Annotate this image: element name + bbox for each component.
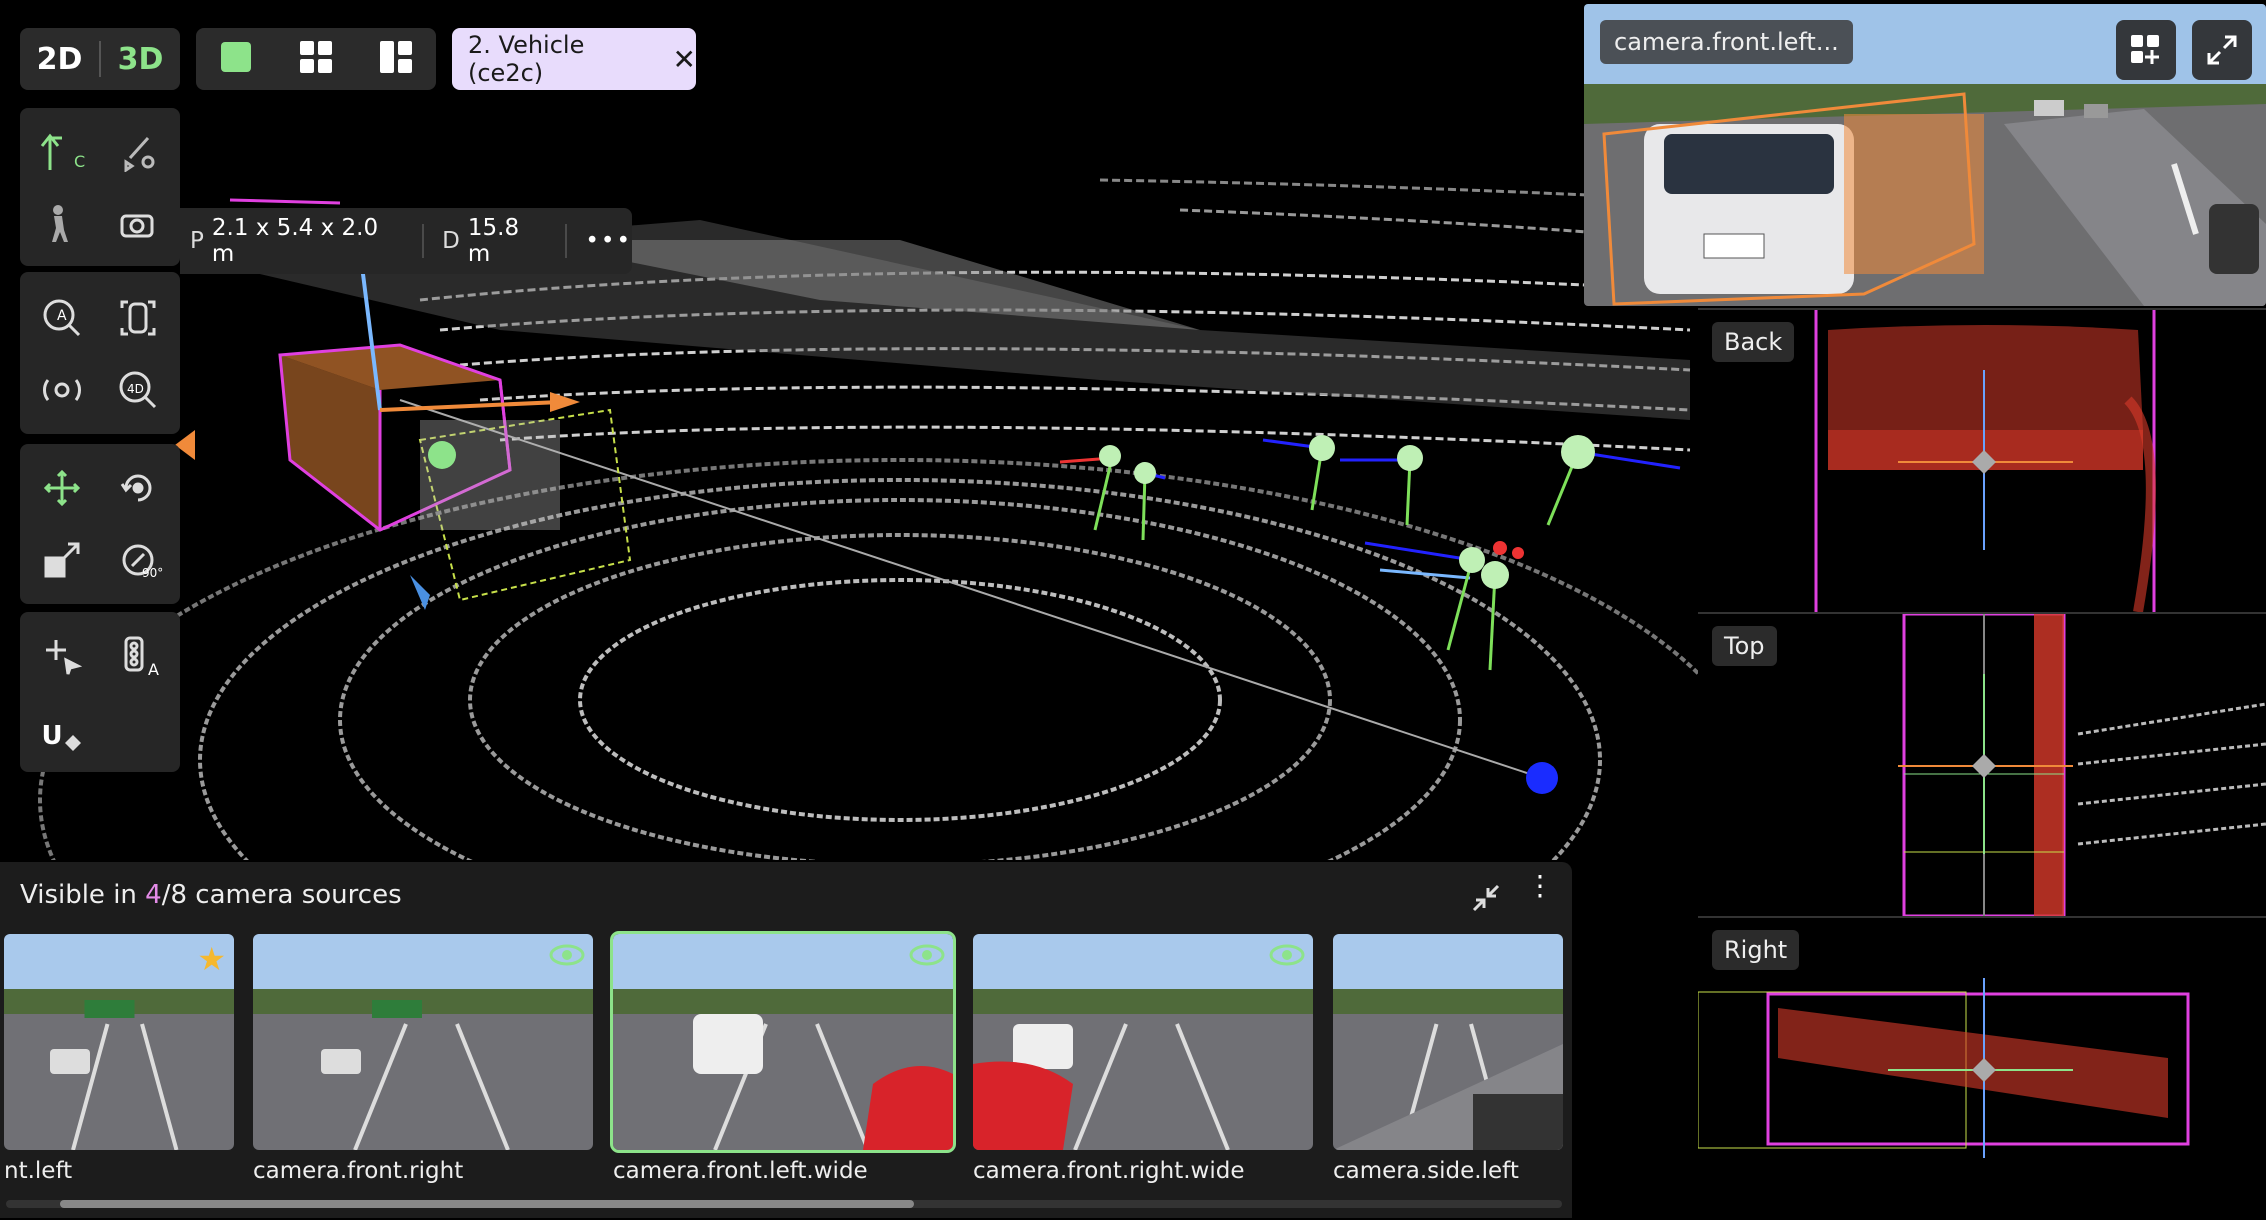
main-camera-label: camera.front.left... — [1600, 20, 1853, 64]
main-camera-view[interactable]: camera.front.left... — [1584, 4, 2266, 306]
zoom-4d-icon[interactable]: 4D — [108, 360, 168, 420]
annotation-tool-group: C — [20, 108, 180, 266]
visible-count: 4 — [145, 880, 162, 910]
back-view-label: Back — [1712, 322, 1795, 362]
vehicle-focus-icon[interactable] — [108, 288, 168, 348]
single-view-icon[interactable] — [219, 40, 253, 78]
camera-thumbnail-label: camera.front.right.wide — [973, 1158, 1245, 1184]
selected-object-chip[interactable]: 2. Vehicle (ce2c) ✕ — [452, 28, 696, 90]
more-options-icon[interactable]: ••• — [585, 228, 632, 254]
selected-object-label: 2. Vehicle (ce2c) — [468, 31, 585, 87]
camera-thumbnail-label: camera.front.left.wide — [613, 1158, 868, 1184]
zoom-a-letter: A — [57, 308, 67, 324]
camera-thumbnail-label: camera.side.left — [1333, 1158, 1519, 1184]
camera-thumbnail-image — [253, 934, 593, 1150]
camera-thumbnail[interactable]: ★ — [4, 934, 234, 1150]
u-tool-letter: U — [41, 721, 63, 751]
eye-icon[interactable] — [909, 944, 945, 970]
distance-label: D — [442, 228, 460, 254]
readout-divider — [422, 224, 425, 258]
dimension-toggle: 2D 3D — [20, 28, 180, 90]
move-icon[interactable] — [32, 458, 92, 518]
rotate-icon[interactable] — [108, 458, 168, 518]
lidar-ground-rings — [38, 458, 1700, 860]
layout-switcher — [196, 28, 436, 90]
pedestrian-icon[interactable] — [32, 194, 92, 254]
camera-thumbnail[interactable] — [610, 931, 956, 1153]
cuboid-tool-letter: C — [74, 152, 86, 171]
traffic-light-letter: A — [148, 660, 159, 679]
camera-sources-title: Visible in 4/8 camera sources — [20, 880, 402, 910]
back-view-panel[interactable]: Back — [1698, 308, 2266, 612]
close-icon[interactable]: ✕ — [673, 43, 696, 76]
rotate-90-label: 90° — [142, 566, 164, 580]
star-icon[interactable]: ★ — [197, 940, 226, 978]
brush-icon[interactable] — [108, 122, 168, 182]
transform-tool-group: 90° — [20, 444, 180, 604]
add-view-icon[interactable] — [2116, 20, 2176, 80]
collapse-icon[interactable] — [1470, 882, 1502, 918]
split-view-icon[interactable] — [379, 40, 413, 78]
camera-thumbnail[interactable] — [973, 934, 1313, 1150]
camera-sources-prefix: Visible in — [20, 880, 146, 910]
nudge-icon[interactable] — [32, 626, 92, 686]
camera-thumbnail[interactable] — [253, 934, 593, 1150]
camera-thumbnail-image — [1333, 934, 1563, 1150]
mode-3d-button[interactable]: 3D — [101, 42, 180, 77]
lidar-3d-viewport[interactable] — [0, 0, 1700, 860]
expand-icon[interactable] — [2192, 20, 2252, 80]
readout-divider — [565, 224, 568, 258]
camera-thumbnail[interactable] — [1333, 934, 1563, 1150]
top-view-points — [1898, 614, 2266, 916]
camera-thumbnail-image — [613, 934, 953, 1150]
top-view-label: Top — [1712, 626, 1777, 666]
eye-icon[interactable] — [1269, 944, 1305, 970]
grid-view-icon[interactable] — [299, 40, 333, 78]
right-view-label: Right — [1712, 930, 1800, 970]
traffic-light-icon[interactable]: A — [108, 626, 168, 686]
distance-end-handle[interactable] — [1526, 762, 1558, 794]
u-turn-icon[interactable]: U — [32, 706, 92, 766]
mode-2d-button[interactable]: 2D — [20, 42, 99, 77]
zoom-4d-letter: 4D — [127, 382, 144, 396]
thumbnail-scrollbar-thumb[interactable] — [60, 1200, 914, 1208]
auto-zoom-icon[interactable]: A — [32, 288, 92, 348]
eye-icon[interactable] — [549, 944, 585, 970]
rotate-90-icon[interactable]: 90° — [108, 530, 168, 590]
dimension-readout: P 2.1 x 5.4 x 2.0 m D 15.8 m ••• — [180, 208, 632, 274]
size-label: P — [190, 228, 204, 254]
camera-thumbnail-label: nt.left — [4, 1158, 73, 1184]
top-view-panel[interactable]: Top — [1698, 612, 2266, 916]
right-view-panel[interactable]: Right — [1698, 916, 2266, 1220]
orbit-view-icon[interactable] — [32, 360, 92, 420]
camera-sources-panel: Visible in 4/8 camera sources ⋮ ★ nt.left… — [0, 862, 1572, 1218]
view-tool-group: A 4D — [20, 272, 180, 434]
distance-value: 15.8 m — [467, 215, 520, 267]
camera-thumbnail-image — [973, 934, 1313, 1150]
scale-icon[interactable] — [32, 530, 92, 590]
camera-projection-icon[interactable] — [108, 194, 168, 254]
extra-tool-group: A U — [20, 612, 180, 772]
camera-thumbnail-label: camera.front.right — [253, 1158, 464, 1184]
panel-more-icon[interactable]: ⋮ — [1526, 872, 1554, 900]
camera-sources-suffix: /8 camera sources — [161, 880, 402, 910]
cuboid-tool-icon[interactable]: C — [32, 122, 92, 182]
distance-line — [399, 399, 1543, 779]
size-value: 2.1 x 5.4 x 2.0 m — [211, 215, 379, 267]
